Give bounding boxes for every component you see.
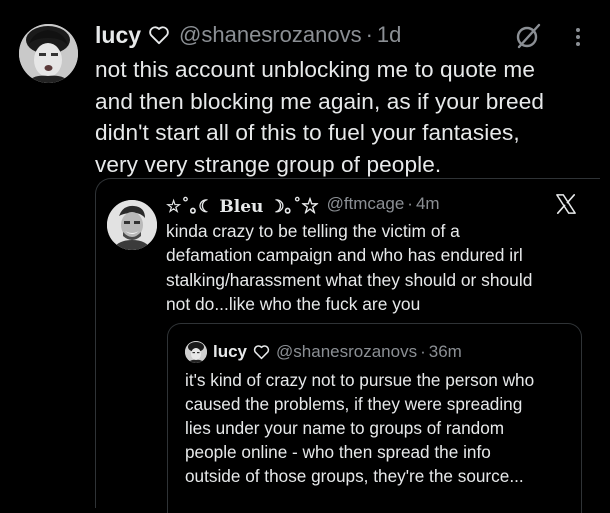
tweet-text-line: and then blocking me again, as if your b… <box>95 88 545 114</box>
separator-dot: · <box>365 22 373 47</box>
quoted-text-line: stalking/harassment what they should or … <box>166 269 533 290</box>
tweet-text: not this account unblocking me to quote … <box>95 54 595 180</box>
tweet-text-line: not this account unblocking me to quote … <box>95 57 536 82</box>
heart-icon <box>253 344 270 360</box>
quoted-tweet-text: kinda crazy to be telling the victim of … <box>166 219 586 317</box>
nested-author-name[interactable]: lucy <box>213 342 247 362</box>
nested-tweet-text: it's kind of crazy not to pursue the per… <box>185 369 575 489</box>
nested-text-line: lies under your name to groups of random <box>185 417 505 438</box>
quoted-tweet-header: ☆˚｡☾ Bleu ☽｡˚☆ @ftmcage · 4m <box>166 191 440 217</box>
author-handle[interactable]: @shanesrozanovs <box>179 22 362 48</box>
quoted-text-line: not do...like who the fuck are you <box>166 294 421 315</box>
heart-icon <box>148 25 170 45</box>
separator-dot: · <box>420 342 426 361</box>
nested-author-avatar[interactable] <box>185 341 207 363</box>
author-avatar[interactable] <box>19 24 78 83</box>
grok-icon[interactable] <box>514 22 544 50</box>
tweet-text-line: very very strange group of people. <box>95 151 442 177</box>
quoted-author-avatar[interactable] <box>107 200 157 250</box>
separator-dot: · <box>407 194 413 213</box>
nested-text-line: outside of those groups, they're the sou… <box>185 465 524 486</box>
more-options-icon[interactable] <box>567 25 589 49</box>
nested-text-line: caused the problems, if they were spread… <box>185 393 523 414</box>
author-name[interactable]: lucy <box>95 22 141 49</box>
tweet-timestamp[interactable]: 1d <box>377 22 401 48</box>
nested-text-line: it's kind of crazy not to pursue the per… <box>185 370 535 390</box>
quoted-text-line: defamation campaign and who has endured … <box>166 245 523 266</box>
quoted-text-line: kinda crazy to be telling the victim of … <box>166 221 460 241</box>
x-logo-icon <box>555 193 577 215</box>
nested-text-line: people online - who then spread the info <box>185 441 491 462</box>
nested-tweet-header: lucy @shanesrozanovs · 36m <box>213 339 462 365</box>
quoted-author-name[interactable]: ☆˚｡☾ Bleu ☽｡˚☆ <box>166 192 319 217</box>
nested-author-handle[interactable]: @shanesrozanovs <box>276 342 417 362</box>
tweet[interactable]: lucy @shanesrozanovs · 1d not this accou… <box>0 0 610 513</box>
quoted-tweet-timestamp[interactable]: 4m <box>416 194 440 214</box>
tweet-text-line: didn't start all of this to fuel your fa… <box>95 120 520 145</box>
quoted-author-handle[interactable]: @ftmcage <box>327 194 405 214</box>
nested-tweet-timestamp[interactable]: 36m <box>429 342 462 362</box>
